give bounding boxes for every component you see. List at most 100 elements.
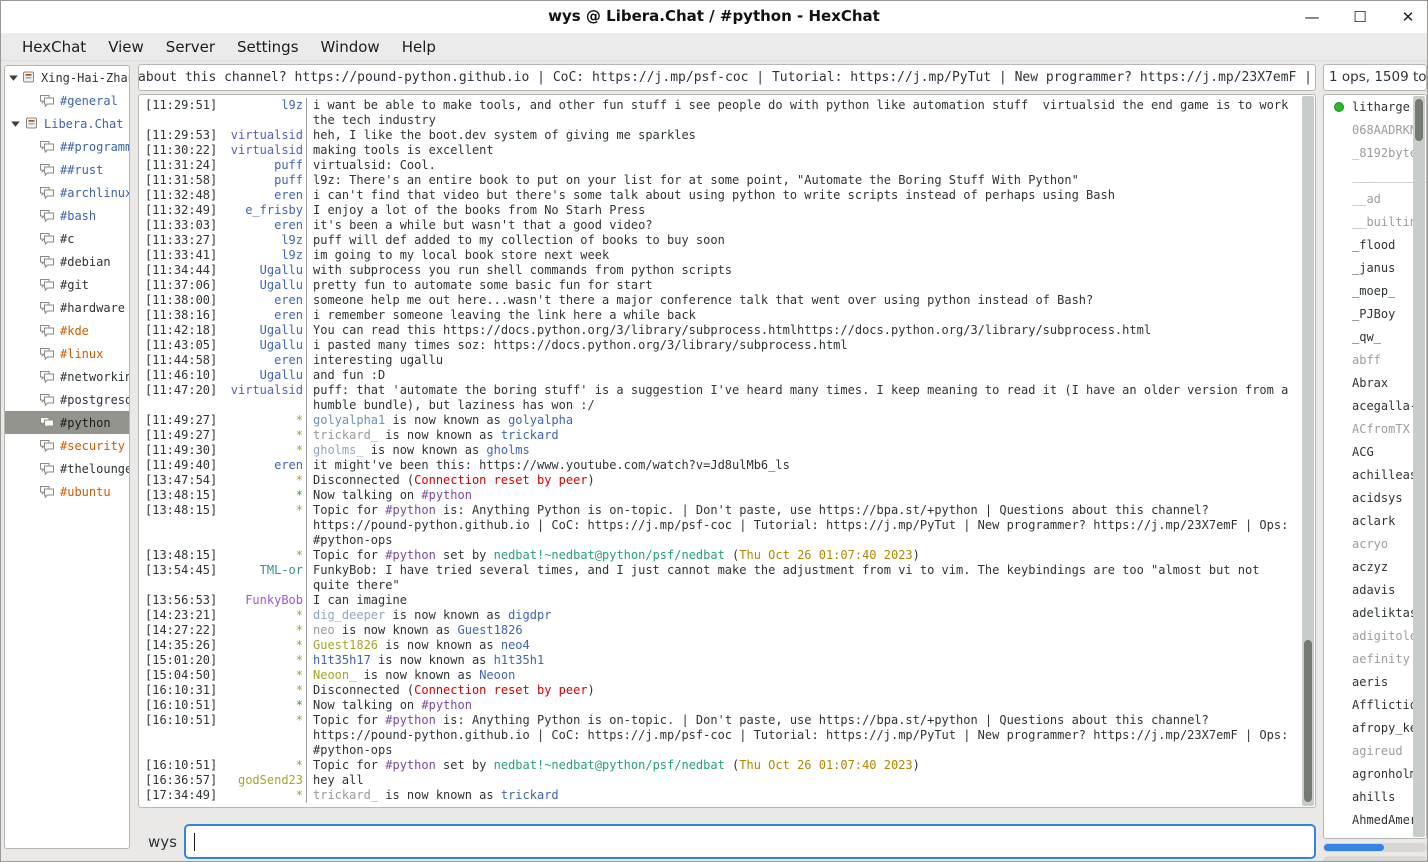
userlist-hscrollbar-thumb[interactable] [1324,844,1384,851]
message: it might've been this: https://www.youtu… [306,458,1315,473]
tree-item--security[interactable]: #security [5,434,129,457]
maximize-icon[interactable]: ☐ [1349,6,1371,28]
message-segment: ( [725,758,739,772]
tree-item--git[interactable]: #git [5,273,129,296]
chat-line: [16:10:51]*Topic for #python set by nedb… [139,758,1315,773]
menu-item-hexchat[interactable]: HexChat [11,35,97,59]
user-list[interactable]: litharge068AADRKN_8192byte_____________a… [1323,94,1427,839]
userlist-item[interactable]: ACG [1324,440,1426,463]
userlist-item[interactable]: adeliktas [1324,601,1426,624]
menu-item-server[interactable]: Server [155,35,226,59]
timestamp: [11:38:16] [139,308,219,323]
tree-item--hardware[interactable]: #hardware [5,296,129,319]
message-segment: it's been a while but wasn't that a good… [313,218,653,232]
minimize-icon[interactable]: — [1301,6,1323,28]
chat-line: [11:33:03]erenit's been a while but wasn… [139,218,1315,233]
menu-item-window[interactable]: Window [310,35,391,59]
userlist-item[interactable]: acidsys [1324,486,1426,509]
title-bar[interactable]: wys @ Libera.Chat / #python - HexChat — … [1,1,1427,34]
userlist-item[interactable]: ___________ [1324,164,1426,187]
close-icon[interactable]: ✕ [1397,6,1419,28]
menu-item-settings[interactable]: Settings [226,35,310,59]
tree-item--thelounge[interactable]: #thelounge [5,457,129,480]
message-segment: l9z: There's an entire book to put on yo… [313,173,1079,187]
chat-scrollbar-thumb[interactable] [1304,640,1312,802]
user-nick: AhmedAmer [1352,813,1417,827]
message-segment: Topic for [313,758,385,772]
tree-item-xing-hai-zhang[interactable]: Xing-Hai-Zhang [5,66,129,89]
userlist-item[interactable]: _janus [1324,256,1426,279]
message: neo is now known as Guest1826 [306,623,1315,638]
userlist-item[interactable]: abff [1324,348,1426,371]
timestamp: [11:38:00] [139,293,219,308]
userlist-item[interactable]: ahills [1324,785,1426,808]
userlist-item[interactable]: Affliction [1324,693,1426,716]
menu-item-view[interactable]: View [97,35,155,59]
tree-item--python[interactable]: #python [5,411,129,434]
userlist-scrollbar[interactable] [1413,96,1425,837]
user-nick: aefinity [1352,652,1410,666]
tree-item--archlinux[interactable]: #archlinux [5,181,129,204]
userlist-item[interactable]: 068AADRKN [1324,118,1426,141]
topic-bar[interactable]: about this channel? https://pound-python… [138,64,1316,91]
timestamp: [11:32:48] [139,188,219,203]
tree-item--ubuntu[interactable]: #ubuntu [5,480,129,503]
userlist-item[interactable]: agronholm [1324,762,1426,785]
userlist-item[interactable]: _qw_ [1324,325,1426,348]
userlist-item[interactable]: aeris [1324,670,1426,693]
userlist-item[interactable]: _moep_ [1324,279,1426,302]
channel-tree[interactable]: Xing-Hai-Zhang#generalLibera.Chat##progr… [4,65,130,849]
userlist-item[interactable]: adigitole [1324,624,1426,647]
userlist-item[interactable]: _PJBoy [1324,302,1426,325]
user-nick: abff [1352,353,1381,367]
message-segment: golyalpha [508,413,573,427]
message-segment: puff: that 'automate the boring stuff' i… [313,383,1296,412]
nick: * [219,413,303,428]
userlist-item[interactable]: litharge [1324,95,1426,118]
tree-item--postgresql[interactable]: #postgresql [5,388,129,411]
userlist-item[interactable]: _8192byte [1324,141,1426,164]
userlist-item[interactable]: agireud [1324,739,1426,762]
tree-item--kde[interactable]: #kde [5,319,129,342]
message-segment: trickard_ [313,788,378,802]
tree-item--linux[interactable]: #linux [5,342,129,365]
tree-item--rust[interactable]: ##rust [5,158,129,181]
userlist-item[interactable]: aclark [1324,509,1426,532]
tree-item--networking[interactable]: #networking [5,365,129,388]
message-segment: digdpr [508,608,551,622]
userlist-item[interactable]: _flood [1324,233,1426,256]
userlist-item[interactable]: aefinity [1324,647,1426,670]
expander-icon[interactable] [10,119,21,129]
userlist-item[interactable]: achilleas [1324,463,1426,486]
message-segment: Connection reset by peer [414,473,587,487]
tree-item--c[interactable]: #c [5,227,129,250]
message: heh, I like the boot.dev system of givin… [306,128,1315,143]
tree-item--debian[interactable]: #debian [5,250,129,273]
menu-item-help[interactable]: Help [391,35,447,59]
userlist-item[interactable]: __ad [1324,187,1426,210]
tree-item--general[interactable]: #general [5,89,129,112]
tree-item--programming[interactable]: ##programming [5,135,129,158]
tree-item--bash[interactable]: #bash [5,204,129,227]
chat-scrollbar[interactable] [1302,96,1314,806]
chat-line: [13:47:54]*Disconnected (Connection rese… [139,473,1315,488]
userlist-item[interactable]: adavis [1324,578,1426,601]
userlist-item[interactable]: acryo [1324,532,1426,555]
userlist-hscrollbar[interactable] [1323,843,1427,852]
userlist-item[interactable]: aczyz [1324,555,1426,578]
chat-line: [15:04:50]*Neoon_ is now known as Neoon [139,668,1315,683]
userlist-item[interactable]: afropy_ke [1324,716,1426,739]
message-input[interactable] [184,824,1316,859]
userlist-item[interactable]: ACfromTX [1324,417,1426,440]
userlist-scrollbar-thumb[interactable] [1415,99,1423,141]
message-segment: Disconnected ( [313,473,414,487]
userlist-item[interactable]: acegalla- [1324,394,1426,417]
tree-item-libera-chat[interactable]: Libera.Chat [5,112,129,135]
message-segment: Neoon_ [313,668,356,682]
expander-icon[interactable] [8,73,19,83]
timestamp: [15:01:20] [139,653,219,668]
userlist-item[interactable]: __builtin [1324,210,1426,233]
tree-item-label: #thelounge [60,462,130,476]
userlist-item[interactable]: AhmedAmer [1324,808,1426,831]
userlist-item[interactable]: Abrax [1324,371,1426,394]
